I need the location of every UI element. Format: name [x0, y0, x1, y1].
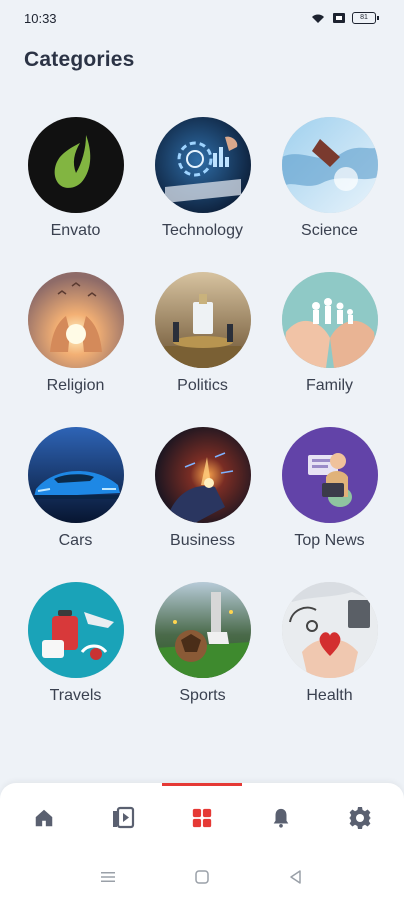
video-icon	[112, 806, 134, 829]
nav-videos[interactable]	[93, 793, 153, 843]
cars-image	[27, 427, 124, 523]
nav-home[interactable]	[14, 793, 74, 843]
system-nav-bar	[0, 853, 404, 900]
wifi-icon	[312, 14, 324, 23]
category-technology[interactable]: Technology	[139, 117, 266, 255]
category-top-news[interactable]: Top News	[266, 427, 393, 565]
category-science[interactable]: Science	[266, 117, 393, 255]
science-image	[281, 117, 378, 213]
category-health[interactable]: Health	[266, 582, 393, 720]
category-grid: Envato Technology Science Religion Polit…	[12, 117, 392, 720]
status-time: 10:33	[24, 10, 57, 26]
home-icon	[35, 809, 52, 827]
category-label: Cars	[58, 532, 93, 549]
category-label: Politics	[177, 377, 228, 394]
category-label: Sports	[179, 687, 226, 704]
category-label: Health	[306, 687, 353, 704]
battery-icon: 81	[352, 12, 379, 24]
bottom-nav	[0, 783, 404, 853]
settings-gear-icon	[349, 807, 372, 829]
back-triangle-icon[interactable]	[288, 869, 304, 885]
category-label: Technology	[162, 222, 243, 239]
category-business[interactable]: Business	[139, 427, 266, 565]
business-image	[154, 427, 251, 523]
active-tab-indicator	[162, 783, 242, 786]
bell-icon	[273, 808, 289, 828]
nav-notifications[interactable]	[251, 793, 311, 843]
category-sports[interactable]: Sports	[139, 582, 266, 720]
category-envato[interactable]: Envato	[12, 117, 139, 255]
religion-image	[27, 272, 124, 368]
technology-image	[154, 117, 251, 213]
health-image	[281, 582, 378, 678]
category-religion[interactable]: Religion	[12, 272, 139, 410]
home-square-icon[interactable]	[194, 869, 210, 885]
category-label: Travels	[49, 687, 102, 704]
menu-icon[interactable]	[100, 870, 116, 884]
category-label: Business	[170, 532, 235, 549]
nav-categories[interactable]	[172, 793, 232, 843]
screen-icon	[333, 13, 345, 23]
top-news-image	[281, 427, 378, 523]
category-label: Family	[305, 377, 354, 394]
category-travels[interactable]: Travels	[12, 582, 139, 720]
status-icons: 81	[310, 12, 379, 24]
category-family[interactable]: Family	[266, 272, 393, 410]
category-label: Envato	[50, 222, 101, 239]
category-label: Science	[301, 222, 358, 239]
sports-image	[154, 582, 251, 678]
category-politics[interactable]: Politics	[139, 272, 266, 410]
envato-leaf-logo	[27, 117, 124, 213]
page-title: Categories	[24, 48, 135, 71]
categories-grid-icon	[192, 808, 212, 828]
category-cars[interactable]: Cars	[12, 427, 139, 565]
travels-image	[27, 582, 124, 678]
politics-image	[154, 272, 251, 368]
family-image	[281, 272, 378, 368]
category-label: Religion	[46, 377, 105, 394]
category-label: Top News	[294, 532, 365, 549]
status-bar: 10:33 81	[0, 0, 404, 36]
nav-settings[interactable]	[330, 793, 390, 843]
